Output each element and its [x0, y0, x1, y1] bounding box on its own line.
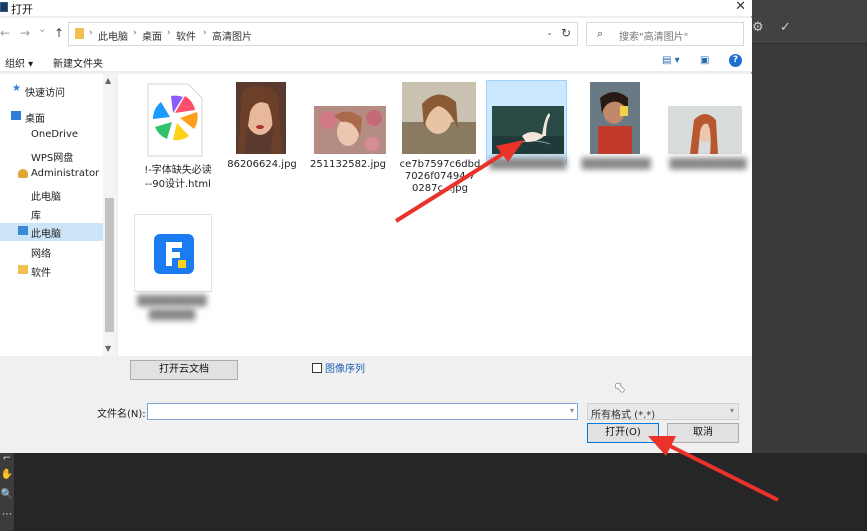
annotation-arrow-to-open — [648, 436, 779, 502]
annotation-arrow-to-image — [394, 140, 524, 223]
annotation-arrows — [394, 140, 779, 502]
